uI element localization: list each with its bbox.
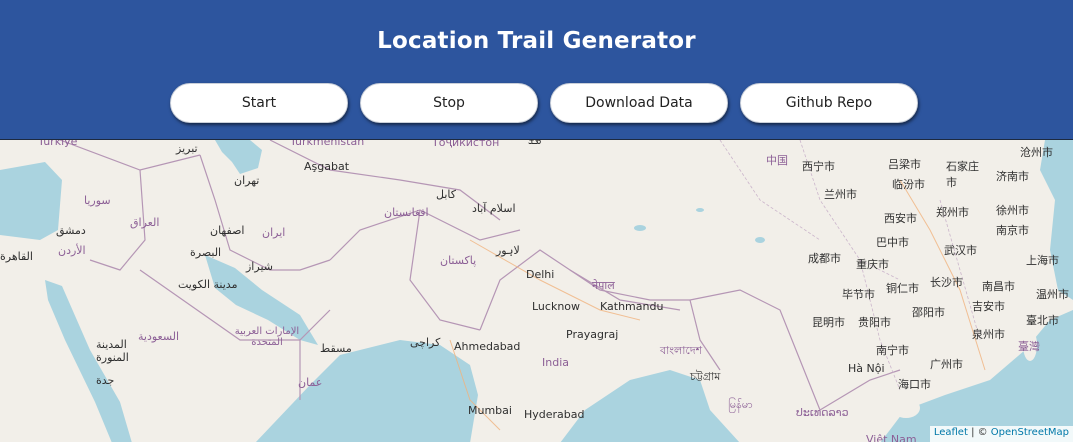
map-label-city: Kathmandu [600,300,664,313]
map-label-city: চট্টগ্রাম [690,370,721,383]
map-label-city: 铜仁市 [886,282,919,295]
download-data-button[interactable]: Download Data [550,83,728,123]
map-label-city: 上海市 [1026,254,1059,267]
github-repo-button[interactable]: Github Repo [740,83,918,123]
map-label-city: اسلام آباد [472,202,516,215]
map-label-misc: ܡܫ [528,139,542,147]
map-label-city: 沧州市 [1020,146,1053,159]
map-label-city: Hà Nội [848,362,885,375]
map-label-country: السعودية [138,330,180,343]
map-label-city: 海口市 [898,378,931,391]
map-label-country: ປະເທດລາວ [796,406,849,419]
map-label-country: الأردن [58,244,86,257]
arabian-sea [255,340,478,442]
map-label-city: Lucknow [532,300,581,313]
mediterranean-sea [0,162,62,240]
map-label-country: বাংলাদেশ [660,344,703,357]
map-label-city: 石家庄市 [946,160,979,189]
map-label-city: 成都市 [808,252,841,265]
map-label-city: 臺北市 [1026,314,1059,327]
map-label-city: 泉州市 [972,328,1005,341]
map-label-city: 温州市 [1036,288,1069,301]
map-label-city: کابل [436,188,456,201]
map-label-city: المدينة المنورة [96,338,129,364]
map-label-city: 重庆市 [856,258,889,271]
map-label-city: اصفهان [210,224,245,237]
leaflet-link[interactable]: Leaflet [934,427,968,438]
page-title: Location Trail Generator [377,28,696,54]
map-container[interactable]: Türkiye Turkmenistan Тоҷикистон سوريا ال… [0,139,1073,442]
map-label-city: 兰州市 [824,188,857,201]
stop-button[interactable]: Stop [360,83,538,123]
map-label-city: Prayagraj [566,328,619,341]
map-label-city: 南昌市 [982,280,1015,293]
east-china-sea [1040,140,1073,300]
map-label-country: Turkmenistan [290,139,365,148]
osm-link[interactable]: OpenStreetMap [991,427,1069,438]
map-label-country: عمان [298,376,323,389]
map-label-city: 吉安市 [972,300,1005,313]
map-label-city: تبریز [176,142,198,155]
map-label-city: 西安市 [884,212,917,225]
map-label-country: ایران [262,226,286,239]
map-label-city: 吕梁市 [888,158,921,171]
map-label-city: 广州市 [930,358,963,371]
map-label-country: မြန်မာ [728,398,753,411]
map-label-country: Тоҷикистон [432,139,500,149]
map-label-city: 济南市 [996,170,1029,183]
map-label-city: 昆明市 [812,316,845,329]
map-label-city: 邵阳市 [912,306,945,319]
map-label-city: القاهرة [0,250,33,263]
app-header: Location Trail Generator Start Stop Down… [0,0,1073,139]
map-label-city: تهران [234,174,260,187]
map-label-city: 南宁市 [876,344,909,357]
map-label-country: الإمارات العربية المتحدة [234,326,300,348]
map-label-city: Delhi [526,268,555,281]
map-attribution: Leaflet | © OpenStreetMap [929,426,1073,442]
map-label-city: مدينة الكويت [178,278,238,291]
caspian-sea [215,140,262,174]
map-label-city: 武汉市 [944,244,977,257]
map-label-city: لاہور [496,244,520,257]
map-label-city: شیراز [246,260,273,273]
map-label-city: کراچی [410,336,441,349]
map-label-city: 贵阳市 [858,316,891,329]
map-label-city: Aşgabat [304,160,350,173]
map-label-city: 徐州市 [996,204,1029,217]
map-label-city: 巴中市 [876,236,909,249]
map-label-city: 南京市 [996,224,1029,237]
map-label-city: 临汾市 [892,178,925,191]
map-label-country: العراق [130,216,160,229]
map-label-country: پاکستان [440,254,477,267]
map-label-country: नेपाल [592,279,615,292]
map-label-country: Türkiye [38,139,78,148]
map-label-city: Ahmedabad [454,340,521,353]
map-label-city: مسقط [320,342,352,355]
map-label-city: جدة [96,374,115,387]
map-label-city: البصرة [190,246,222,259]
map-label-city: Mumbai [468,404,512,417]
map-label-country: افغانستان [384,206,429,219]
map-label-region: 臺灣 [1018,340,1040,353]
map-label-city: 长沙市 [930,276,963,289]
map-label-city: Hyderabad [524,408,585,421]
map-label-city: دمشق [56,224,86,237]
map-label-city: 西宁市 [802,160,835,173]
map-label-country: India [542,356,569,369]
map-label-city: 郑州市 [936,206,969,219]
start-button[interactable]: Start [170,83,348,123]
map-label-country: 中国 [766,154,788,167]
map-label-country: Việt Nam [866,433,917,442]
map-label-city: 毕节市 [842,288,875,301]
attribution-separator: | © [967,427,991,438]
map-label-country: سوريا [84,194,111,207]
